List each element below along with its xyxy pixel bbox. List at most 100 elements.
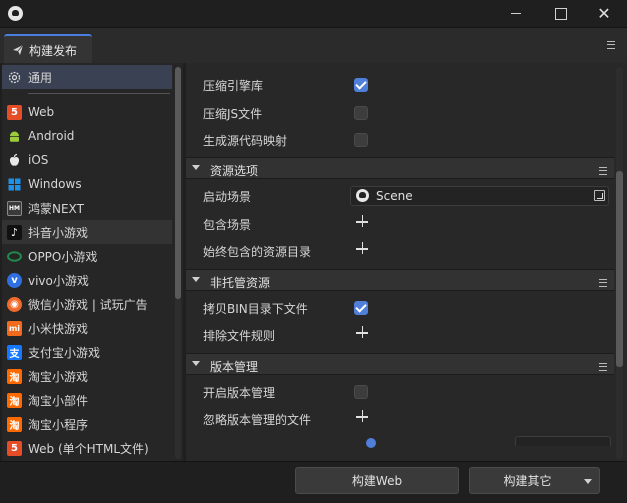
section-menu-icon[interactable]: [599, 164, 607, 178]
section-header-unmanaged[interactable]: 非托管资源: [186, 269, 614, 291]
sidebar-item-label: vivo小游戏: [28, 273, 89, 288]
sidebar-item-douyin[interactable]: ♪ 抖音小游戏: [2, 220, 172, 244]
add-resource-dir-icon[interactable]: [356, 242, 369, 255]
vivo-icon: v: [7, 272, 22, 288]
minimize-icon[interactable]: [493, 0, 539, 27]
setting-row: 忽略版本管理的文件: [186, 405, 614, 433]
copy-bin-checkbox[interactable]: [354, 301, 368, 315]
xiaomi-icon: mi: [7, 320, 22, 336]
chevron-down-icon[interactable]: [584, 479, 592, 484]
caret-down-icon[interactable]: [192, 361, 200, 366]
tab-build-publish[interactable]: 构建发布: [4, 34, 92, 64]
setting-label: 包含场景: [203, 218, 252, 232]
sidebar-item-alipay[interactable]: 支 支付宝小游戏: [2, 340, 172, 364]
section-header-assets[interactable]: 资源选项: [186, 157, 614, 179]
section-menu-icon[interactable]: [599, 276, 607, 290]
sidebar-item-windows[interactable]: Windows: [2, 172, 172, 196]
setting-label: 压缩引擎库: [203, 79, 264, 93]
partial-input-field[interactable]: [515, 436, 611, 446]
sidebar-item-label: Android: [28, 129, 75, 143]
panel-menu-icon[interactable]: [607, 38, 617, 52]
partial-radio-icon[interactable]: [366, 438, 376, 448]
gear-icon: [8, 71, 21, 83]
sidebar-item-label: 淘宝小部件: [28, 393, 89, 408]
sidebar-item-label: 淘宝小游戏: [28, 369, 89, 384]
add-scene-icon[interactable]: [356, 215, 369, 228]
setting-label: 忽略版本管理的文件: [203, 413, 312, 427]
setting-row: 包含场景: [186, 210, 614, 238]
compress-js-checkbox[interactable]: [354, 106, 368, 120]
sidebar-item-web-single-html[interactable]: 5 Web (单个HTML文件): [2, 436, 172, 460]
sidebar-item-label: Web (单个HTML文件): [28, 441, 149, 456]
paper-plane-icon: [13, 44, 24, 55]
setting-label: 生成源代码映射: [203, 134, 288, 148]
setting-label: 拷贝BIN目录下文件: [203, 302, 308, 316]
sidebar-item-label: Web: [28, 105, 55, 119]
sidebar-item-android[interactable]: Android: [2, 124, 172, 148]
sidebar-item-vivo[interactable]: v vivo小游戏: [2, 268, 172, 292]
platform-sidebar: 通用 5 Web Android iOS Windows HM 鸿蒙NEXT ♪: [2, 63, 183, 461]
taobao-icon: 淘: [7, 368, 22, 384]
settings-panel: 压缩引擎库 压缩JS文件 生成源代码映射 资源选项 启动场景 Scene 包含场…: [186, 63, 627, 461]
sidebar-item-label: 小米快游戏: [28, 321, 89, 336]
start-scene-field[interactable]: Scene: [350, 186, 609, 206]
sidebar-scrollbar-thumb[interactable]: [175, 67, 181, 299]
settings-scrollbar-thumb[interactable]: [616, 171, 623, 367]
sidebar-item-general[interactable]: 通用: [2, 65, 172, 89]
wechat-game-icon: ◉: [7, 296, 22, 312]
sidebar-item-oppo[interactable]: OPPO小游戏: [2, 244, 172, 268]
cocos-logo-icon: [8, 6, 23, 21]
caret-down-icon[interactable]: [192, 165, 200, 170]
sidebar-item-label: 抖音小游戏: [28, 225, 89, 240]
setting-label: 始终包含的资源目录: [203, 245, 312, 259]
source-map-checkbox[interactable]: [354, 133, 368, 147]
sidebar-item-taobao-widget[interactable]: 淘 淘宝小部件: [2, 388, 172, 412]
setting-row: 始终包含的资源目录: [186, 237, 614, 265]
build-other-button[interactable]: 构建其它: [469, 467, 600, 494]
enable-version-checkbox[interactable]: [354, 385, 368, 399]
section-title: 资源选项: [210, 164, 259, 178]
tab-bar: 构建发布: [0, 27, 627, 64]
section-title: 非托管资源: [210, 276, 271, 290]
section-header-version[interactable]: 版本管理: [186, 353, 614, 375]
sidebar-item-wechat[interactable]: ◉ 微信小游戏 | 试玩广告: [2, 292, 172, 316]
close-icon[interactable]: ✕: [581, 0, 627, 27]
sidebar-item-ios[interactable]: iOS: [2, 148, 172, 172]
sidebar-divider: [28, 93, 170, 94]
html5-icon: 5: [7, 440, 22, 456]
setting-row: 排除文件规则: [186, 321, 614, 349]
html5-icon: 5: [7, 104, 22, 120]
sidebar-item-taobao-game[interactable]: 淘 淘宝小游戏: [2, 364, 172, 388]
add-ignore-file-icon[interactable]: [356, 410, 369, 423]
scene-icon: [356, 189, 369, 202]
maximize-icon[interactable]: [537, 0, 583, 27]
oppo-icon: [7, 250, 22, 262]
sidebar-item-label: 微信小游戏 | 试玩广告: [28, 297, 148, 312]
android-icon: [10, 131, 19, 142]
build-web-button[interactable]: 构建Web: [295, 467, 459, 494]
apple-icon: [9, 153, 20, 166]
locate-asset-icon[interactable]: [594, 190, 605, 201]
setting-label: 启动场景: [203, 190, 252, 204]
sidebar-item-xiaomi[interactable]: mi 小米快游戏: [2, 316, 172, 340]
caret-down-icon[interactable]: [192, 277, 200, 282]
sidebar-item-harmonyos[interactable]: HM 鸿蒙NEXT: [2, 196, 172, 220]
sidebar-scrollbar[interactable]: [175, 67, 181, 459]
build-other-label: 构建其它: [503, 474, 552, 488]
sidebar-item-label: OPPO小游戏: [28, 249, 98, 264]
start-scene-value: Scene: [376, 189, 413, 203]
sidebar-item-label: 淘宝小程序: [28, 417, 89, 432]
setting-label: 排除文件规则: [203, 329, 276, 343]
settings-scrollbar[interactable]: [616, 67, 623, 459]
sidebar-item-taobao-miniapp[interactable]: 淘 淘宝小程序: [2, 412, 172, 436]
compress-engine-checkbox[interactable]: [354, 78, 368, 92]
taobao-icon: 淘: [7, 416, 22, 432]
section-menu-icon[interactable]: [599, 360, 607, 374]
alipay-icon: 支: [7, 344, 22, 360]
tab-label: 构建发布: [29, 43, 78, 58]
sidebar-item-web[interactable]: 5 Web: [2, 100, 172, 124]
add-exclude-rule-icon[interactable]: [356, 326, 369, 339]
setting-label: 压缩JS文件: [203, 107, 263, 121]
sidebar-item-label: Windows: [28, 177, 82, 191]
setting-row: 拷贝BIN目录下文件: [186, 294, 614, 322]
